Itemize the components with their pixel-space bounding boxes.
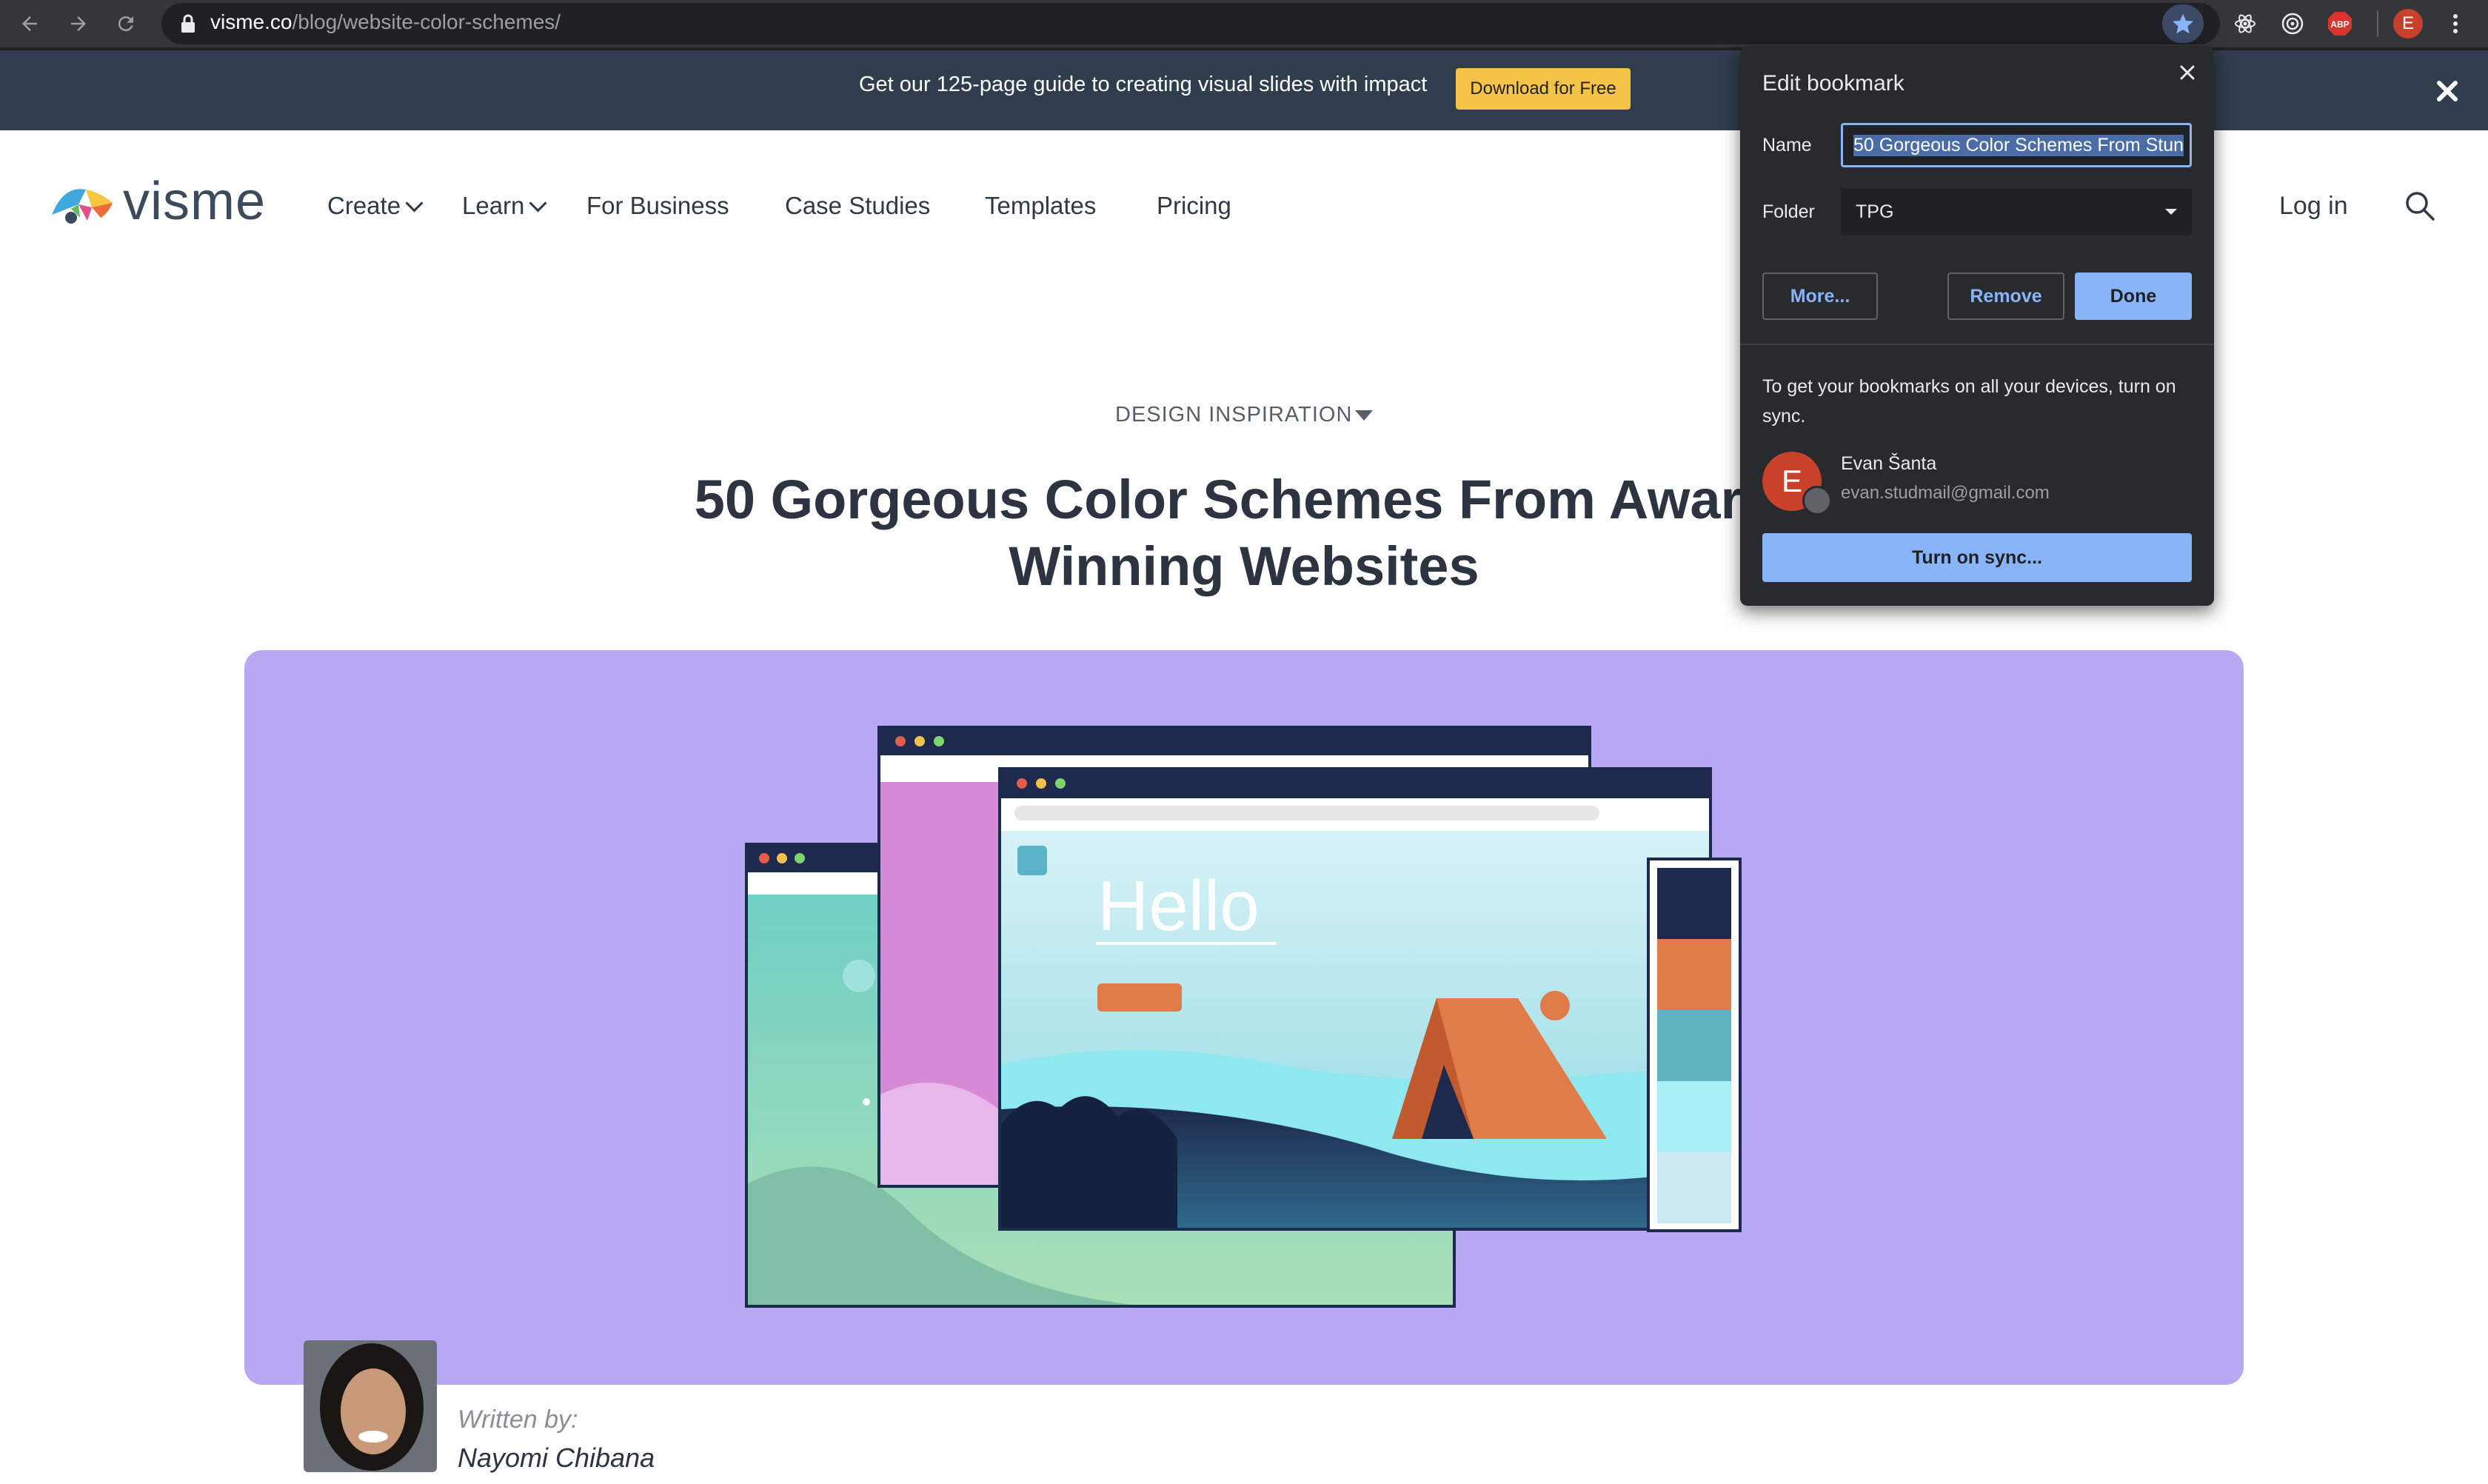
bookmark-star-button[interactable] xyxy=(2162,4,2204,43)
profile-avatar-button[interactable]: E xyxy=(2393,9,2423,39)
download-free-button[interactable]: Download for Free xyxy=(1456,68,1631,110)
article-title-line2: Winning Websites xyxy=(1009,535,1479,597)
swatch-1 xyxy=(1657,868,1731,939)
nav-case-studies[interactable]: Case Studies xyxy=(785,191,930,221)
url-text: visme.co/blog/website-color-schemes/ xyxy=(210,10,561,34)
done-button[interactable]: Done xyxy=(2075,273,2192,320)
kebab-menu-icon xyxy=(2453,14,2458,33)
browser-menu-button[interactable] xyxy=(2441,9,2470,39)
atom-icon xyxy=(2235,14,2255,33)
login-link[interactable]: Log in xyxy=(2279,191,2348,221)
adblock-label: ABP xyxy=(2330,19,2349,30)
lock-icon xyxy=(179,13,197,34)
turn-on-sync-button[interactable]: Turn on sync... xyxy=(1762,533,2192,582)
hero-hello-text: Hello xyxy=(1097,866,1260,946)
swatch-3 xyxy=(1657,1010,1731,1081)
dropdown-arrow-icon xyxy=(2165,209,2177,215)
folder-select[interactable]: TPG xyxy=(1841,188,2192,235)
forward-arrow-icon xyxy=(71,16,86,31)
chevron-down-icon xyxy=(529,194,547,213)
hero-image: Hello xyxy=(244,650,2244,1385)
back-button[interactable] xyxy=(15,9,44,39)
category-link[interactable]: DESIGN INSPIRATION xyxy=(1115,401,1352,428)
author-avatar xyxy=(304,1340,437,1472)
forward-button[interactable] xyxy=(64,9,93,39)
url-path: /blog/website-color-schemes/ xyxy=(292,10,561,33)
close-icon xyxy=(2180,65,2195,80)
nav-create-label: Create xyxy=(327,192,401,219)
swatch-5 xyxy=(1657,1152,1731,1223)
bookmark-name-value: 50 Gorgeous Color Schemes From Stun xyxy=(1853,134,2184,156)
url-host: visme.co xyxy=(210,10,292,33)
nav-for-business[interactable]: For Business xyxy=(586,191,729,221)
sync-paused-badge-icon xyxy=(1802,486,1832,515)
adblock-button[interactable]: ABP xyxy=(2325,9,2355,39)
back-arrow-icon xyxy=(22,16,37,31)
author-name[interactable]: Nayomi Chibana xyxy=(458,1443,655,1474)
reload-button[interactable] xyxy=(111,9,141,39)
visme-logo-mark xyxy=(52,189,113,224)
user-name: Evan Šanta xyxy=(1841,453,1937,474)
dialog-divider xyxy=(1740,344,2214,345)
target-icon xyxy=(2281,13,2304,35)
toolbar-divider xyxy=(2377,10,2378,37)
search-icon xyxy=(2406,192,2435,221)
promo-text: Get our 125-page guide to creating visua… xyxy=(859,73,1428,96)
written-by-label: Written by: xyxy=(458,1406,578,1434)
logo-wordmark: visme xyxy=(123,172,267,231)
nav-learn-label: Learn xyxy=(462,192,525,219)
star-icon xyxy=(2173,13,2193,34)
sync-prompt-text: To get your bookmarks on all your device… xyxy=(1762,376,2176,427)
folder-value: TPG xyxy=(1856,201,1894,222)
name-label: Name xyxy=(1762,135,1812,156)
extension-target-button[interactable] xyxy=(2278,9,2307,39)
nav-learn[interactable]: Learn xyxy=(462,191,547,221)
nav-pricing[interactable]: Pricing xyxy=(1157,191,1231,221)
close-icon xyxy=(2437,81,2458,101)
more-button[interactable]: More... xyxy=(1762,273,1878,320)
reload-icon xyxy=(118,16,133,32)
extension-atom-button[interactable] xyxy=(2230,9,2260,39)
swatch-4 xyxy=(1657,1081,1731,1152)
hero-illustration: Hello xyxy=(745,726,1742,1308)
promo-close-button[interactable] xyxy=(2430,74,2464,108)
nav-create[interactable]: Create xyxy=(327,191,424,221)
swatch-2 xyxy=(1657,939,1731,1010)
chevron-down-icon xyxy=(405,194,424,213)
article-title: 50 Gorgeous Color Schemes From Award- Wi… xyxy=(652,467,1836,600)
site-search-button[interactable] xyxy=(2402,188,2438,224)
bookmark-name-input[interactable]: 50 Gorgeous Color Schemes From Stun xyxy=(1841,123,2192,167)
article-title-line1: 50 Gorgeous Color Schemes From Award- xyxy=(694,469,1794,530)
dialog-title: Edit bookmark xyxy=(1762,71,1905,96)
edit-bookmark-dialog: Edit bookmark Name 50 Gorgeous Color Sch… xyxy=(1740,46,2214,606)
nav-templates[interactable]: Templates xyxy=(985,191,1096,221)
caret-down-icon xyxy=(1355,410,1373,421)
adblock-icon: ABP xyxy=(2328,12,2352,36)
remove-button[interactable]: Remove xyxy=(1947,273,2064,320)
dialog-close-button[interactable] xyxy=(2173,58,2202,87)
user-email: evan.studmail@gmail.com xyxy=(1841,483,2050,503)
folder-label: Folder xyxy=(1762,201,1815,222)
